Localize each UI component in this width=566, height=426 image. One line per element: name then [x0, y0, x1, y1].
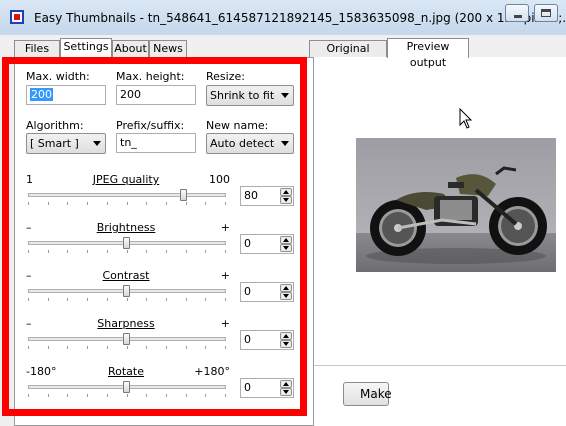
make-button[interactable]: Make	[343, 382, 392, 406]
maximize-button[interactable]	[534, 4, 558, 22]
maximize-icon	[541, 9, 551, 17]
app-icon	[10, 10, 24, 24]
app-window: Easy Thumbnails - tn_548641_614587121892…	[0, 0, 566, 426]
tab-preview-output[interactable]: Preview output	[387, 38, 469, 69]
tab-original-image[interactable]: Original image	[309, 40, 387, 71]
preview-tabstrip: Original image Preview output	[309, 38, 509, 71]
mouse-cursor-icon	[459, 108, 473, 129]
window-title: Easy Thumbnails - tn_548641_614587121892…	[34, 11, 566, 25]
tab-news[interactable]: News	[149, 40, 187, 57]
title-bar: Easy Thumbnails - tn_548641_614587121892…	[0, 0, 566, 35]
settings-tabstrip: Files Settings About News	[14, 38, 314, 58]
highlight-frame	[2, 57, 307, 416]
preview-thumbnail	[356, 138, 556, 272]
tab-settings[interactable]: Settings	[60, 38, 112, 58]
tab-files[interactable]: Files	[14, 40, 60, 57]
tab-about[interactable]: About	[112, 40, 149, 57]
divider	[307, 365, 566, 366]
minimize-icon	[514, 15, 522, 18]
minimize-button[interactable]	[505, 4, 529, 22]
